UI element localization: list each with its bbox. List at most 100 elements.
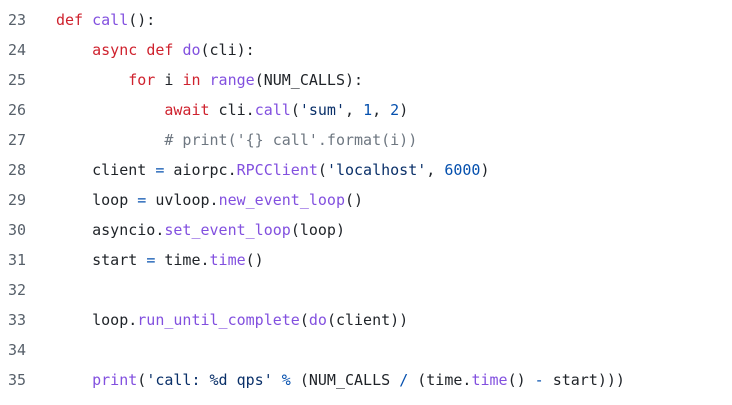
code-token: = [146,251,156,269]
code-token: i [155,71,183,89]
code-token: RPCClient [236,161,318,179]
code-token: ( [299,311,309,329]
code-text: loop = uvloop.new_event_loop() [56,185,363,215]
code-token: (): [128,11,156,29]
line-number: 31 [7,251,26,269]
code-text: print('call: %d qps' % (NUM_CALLS / (tim… [56,365,625,395]
code-token: 1 [363,101,373,119]
code-line: 29 loop = uvloop.new_event_loop() [0,185,732,215]
code-token: / [399,371,409,389]
code-token: ) [480,161,490,179]
code-token: aiorpc. [164,161,237,179]
line-number: 24 [7,41,26,59]
code-token: def [146,41,174,59]
code-line: 25 for i in range(NUM_CALLS): [0,65,732,95]
line-number: 33 [7,311,26,329]
code-token: async [92,41,138,59]
code-token: start [56,251,147,269]
code-token: range [209,71,255,89]
code-token: , [345,101,364,119]
line-number: 25 [7,71,26,89]
code-token: 2 [390,101,400,119]
line-number: 34 [7,341,26,359]
code-token: uvloop. [146,191,219,209]
code-token: 6000 [444,161,481,179]
code-token: asyncio. [56,221,165,239]
code-line: 23 def call(): [0,5,732,35]
code-token: print [92,371,138,389]
code-token: await [164,101,210,119]
code-token: ( [290,101,300,119]
code-token: loop. [56,311,138,329]
code-token: = [137,191,147,209]
code-token: (NUM_CALLS): [254,71,364,89]
code-token: call [92,11,129,29]
code-token: client [56,161,156,179]
code-line: 30 asyncio.set_event_loop(loop) [0,215,732,245]
code-token: set_event_loop [164,221,291,239]
line-number: 30 [7,221,26,239]
code-token: start))) [543,371,625,389]
code-token: do [182,41,201,59]
code-token: new_event_loop [218,191,345,209]
code-token: ( [137,371,147,389]
code-token: , [426,161,445,179]
code-token: 'localhost' [326,161,427,179]
line-number: 26 [7,101,26,119]
code-token: time [209,251,246,269]
code-token: run_until_complete [137,311,300,329]
code-text: client = aiorpc.RPCClient('localhost', 6… [56,155,490,185]
code-token: def [56,11,84,29]
code-line: 34 [0,335,732,365]
code-token: (time. [408,371,472,389]
code-token: 'call: %d qps' [146,371,273,389]
code-line: 32 [0,275,732,305]
line-number: 27 [7,131,26,149]
code-text: asyncio.set_event_loop(loop) [56,215,345,245]
code-token: time [471,371,508,389]
code-token: , [372,101,391,119]
line-number: 23 [7,11,26,29]
code-text: def call(): [56,5,155,35]
code-token: (NUM_CALLS [290,371,400,389]
code-text: await cli.call('sum', 1, 2) [56,95,408,125]
code-line: 28 client = aiorpc.RPCClient('localhost'… [0,155,732,185]
line-number: 35 [7,371,26,389]
code-token: do [308,311,327,329]
code-token: for [128,71,156,89]
code-token: in [182,71,201,89]
code-token: (loop) [290,221,345,239]
code-token: () [507,371,535,389]
code-token: call [254,101,291,119]
code-line: 33 loop.run_until_complete(do(client)) [0,305,732,335]
code-text: # print('{} call'.format(i)) [56,125,417,155]
code-line: 31 start = time.time() [0,245,732,275]
code-token: ( [317,161,327,179]
code-token: loop [56,191,138,209]
code-token: - [534,371,544,389]
code-line: 24 async def do(cli): [0,35,732,65]
code-token: (client)) [326,311,409,329]
code-token: () [245,251,264,269]
code-token: 'sum' [299,101,345,119]
line-number: 29 [7,191,26,209]
code-line: 26 await cli.call('sum', 1, 2) [0,95,732,125]
code-line: 35 print('call: %d qps' % (NUM_CALLS / (… [0,365,732,395]
code-token: ) [399,101,409,119]
code-text: for i in range(NUM_CALLS): [56,65,363,95]
code-token: (cli): [200,41,255,59]
code-text: start = time.time() [56,245,264,275]
code-token: % [281,371,291,389]
code-token: # print('{} call'.format(i)) [164,131,418,149]
code-text: loop.run_until_complete(do(client)) [56,305,408,335]
code-token: time. [155,251,210,269]
